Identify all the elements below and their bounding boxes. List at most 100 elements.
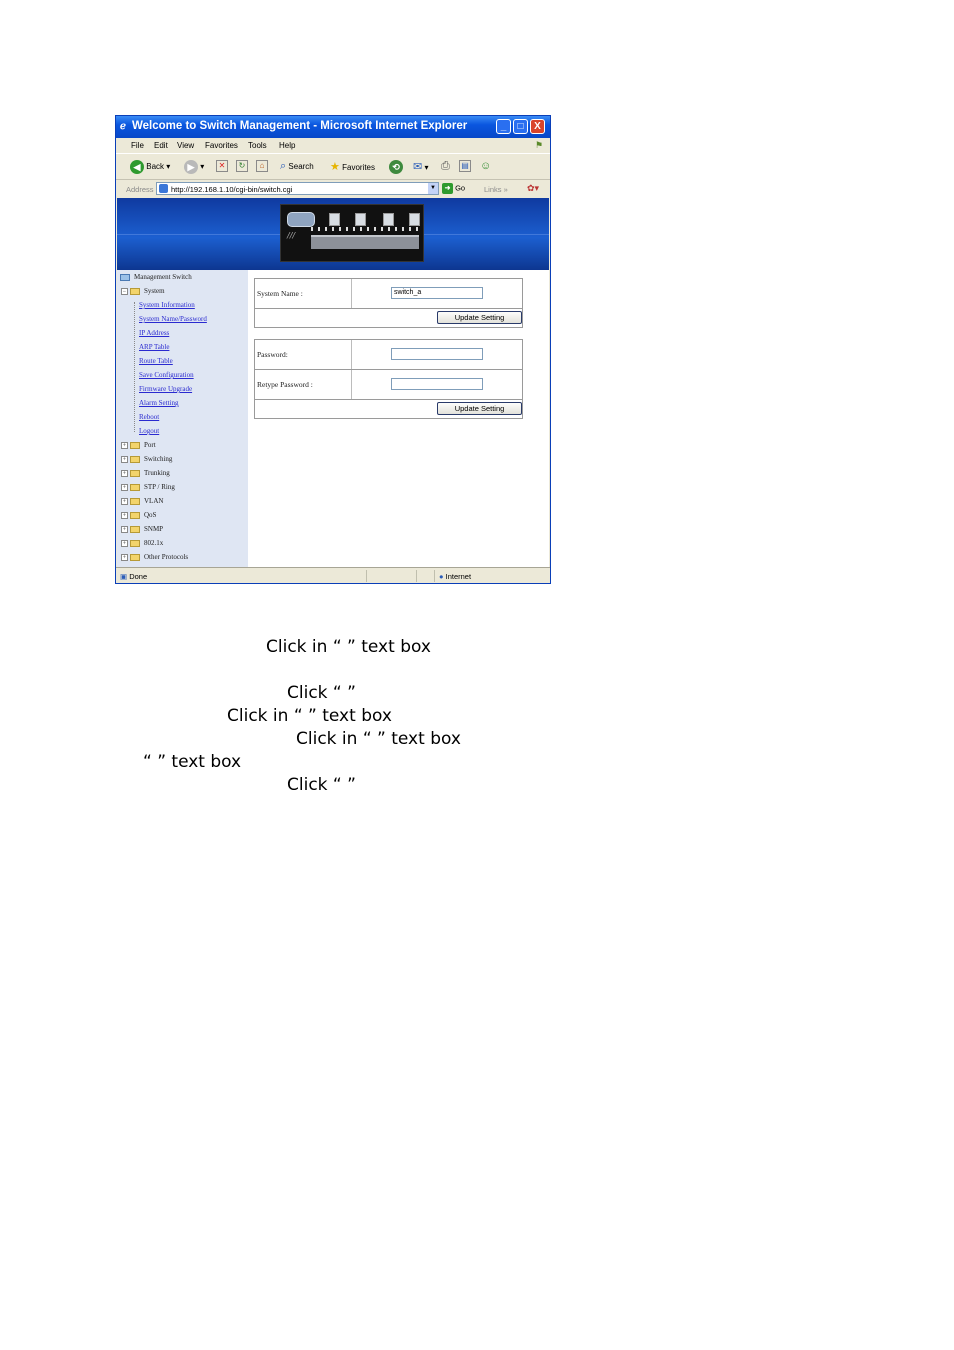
home-button[interactable]: ⌂ [256,160,268,172]
tree-item-8021x[interactable]: +802.1x [121,537,163,549]
links-label: Links [484,185,502,194]
tree-item-label: QoS [144,511,157,519]
nav-link-arp-table[interactable]: ARP Table [139,341,169,353]
update-setting-button[interactable]: Update Setting [437,311,522,324]
nav-link-ip-address[interactable]: IP Address [139,327,169,339]
system-name-input[interactable]: switch_a [391,287,483,299]
nav-link-firmware-upgrade[interactable]: Firmware Upgrade [139,383,192,395]
address-input[interactable]: http://192.168.1.10/cgi-bin/switch.cgi ▼ [156,182,439,195]
expand-icon: + [121,511,128,519]
favorites-button[interactable]: ★ Favorites [330,160,375,173]
folder-icon [130,469,140,477]
nav-link-system-name-password[interactable]: System Name/Password [139,313,207,325]
content-pane: System Name : switch_a Update Setting Pa… [248,270,549,567]
tree-item-label: 802.1x [144,539,164,547]
toolbar: ◀ Back ▾ ▶ ▾ ✕ ↻ ⌂ ⌕ Search ★ Favorites … [116,153,550,180]
edit-button[interactable]: ▤ [459,160,471,172]
form-divider [255,369,522,370]
tree-item-label: System [144,287,165,295]
tree-item-qos[interactable]: + QoS [121,509,156,521]
search-label: Search [288,162,314,171]
status-right-text: Internet [445,572,472,581]
folder-icon [130,511,140,519]
tree-item-label: Trunking [144,469,170,477]
update-setting-button[interactable]: Update Setting [437,402,522,415]
messenger-button[interactable]: ☺ [480,160,491,172]
address-label: Address [126,185,154,194]
tree-item-other-protocols[interactable]: + Other Protocols [121,551,188,563]
nav-link-save-configuration[interactable]: Save Configuration [139,369,194,381]
forward-button[interactable]: ▶ ▾ [184,160,204,174]
mail-button[interactable]: ✉ ▾ [413,160,428,173]
folder-icon [130,497,140,505]
instruction-line: Click “ ” [287,683,356,703]
window-title: Welcome to Switch Management - Microsoft… [132,120,468,132]
home-icon: ⌂ [256,160,268,172]
toolbar-extra-icon[interactable]: ✿▾ [527,183,539,194]
ie-icon: ℯ [120,121,126,132]
address-dropdown-icon[interactable]: ▼ [428,183,438,194]
form-divider [255,399,522,400]
menu-help[interactable]: Help [279,141,295,150]
links-button[interactable]: Links » [484,185,508,194]
menu-view[interactable]: View [177,141,194,150]
star-icon: ★ [330,161,340,173]
menu-favorites[interactable]: Favorites [205,141,238,150]
page-done-icon: ▣ [120,572,128,581]
refresh-button[interactable]: ↻ [236,160,248,172]
nav-link-system-information[interactable]: System Information [139,299,195,311]
expand-icon: + [121,525,128,533]
search-button[interactable]: ⌕ Search [280,160,314,173]
edit-icon: ▤ [459,160,471,172]
tree-root[interactable]: Management Switch [120,271,192,283]
close-button[interactable]: X [530,119,545,134]
system-name-label: System Name : [257,289,303,298]
back-label: Back [146,162,165,172]
tree-item-snmp[interactable]: + SNMP [121,523,163,535]
maximize-button[interactable]: □ [513,119,528,134]
password-input[interactable] [391,348,483,360]
form-divider [255,308,522,309]
retype-password-input[interactable] [391,378,483,390]
switch-device-image: /// [280,204,424,262]
forward-arrow-icon: ▶ [184,160,198,174]
tree-item-port[interactable]: + Port [121,439,156,451]
tree-item-label: SNMP [144,525,164,533]
nav-link-logout[interactable]: Logout [139,425,159,437]
go-button[interactable]: ➜ Go [442,183,465,194]
tree-line [134,302,135,432]
nav-link-reboot[interactable]: Reboot [139,411,159,423]
tree-item-trunking[interactable]: + Trunking [121,467,170,479]
nav-link-alarm-setting[interactable]: Alarm Setting [139,397,178,409]
nav-link-route-table[interactable]: Route Table [139,355,173,367]
menu-tools[interactable]: Tools [248,141,267,150]
folder-icon [130,441,140,449]
tree-item-label: STP / Ring [144,483,175,491]
status-done: ▣ Done [120,572,147,581]
password-label: Password: [257,350,288,359]
browser-window: ℯ Welcome to Switch Management - Microso… [115,115,551,584]
history-button[interactable]: ⟲ [389,160,403,174]
minimize-button[interactable]: _ [496,119,511,134]
print-button[interactable]: ⎙ [441,160,450,173]
folder-open-icon [130,287,140,295]
menu-edit[interactable]: Edit [154,141,168,150]
tree-item-label: VLAN [144,497,164,505]
stop-icon: ✕ [216,160,228,172]
expand-icon: + [121,483,128,491]
stop-button[interactable]: ✕ [216,160,228,172]
menu-file[interactable]: File [131,141,144,150]
switch-banner: /// [117,198,549,270]
back-button[interactable]: ◀ Back ▾ [130,160,170,174]
folder-icon [130,553,140,561]
fiber-port [383,213,394,226]
fiber-port [329,213,340,226]
tree-item-vlan[interactable]: + VLAN [121,495,163,507]
tree-item-stp-ring[interactable]: + STP / Ring [121,481,175,493]
tree-item-switching[interactable]: + Switching [121,453,172,465]
title-bar[interactable]: ℯ Welcome to Switch Management - Microso… [116,116,550,138]
back-arrow-icon: ◀ [130,160,144,174]
instruction-line: Click “ ” [287,775,356,795]
tree-item-system[interactable]: − System [121,285,165,297]
folder-icon [130,455,140,463]
